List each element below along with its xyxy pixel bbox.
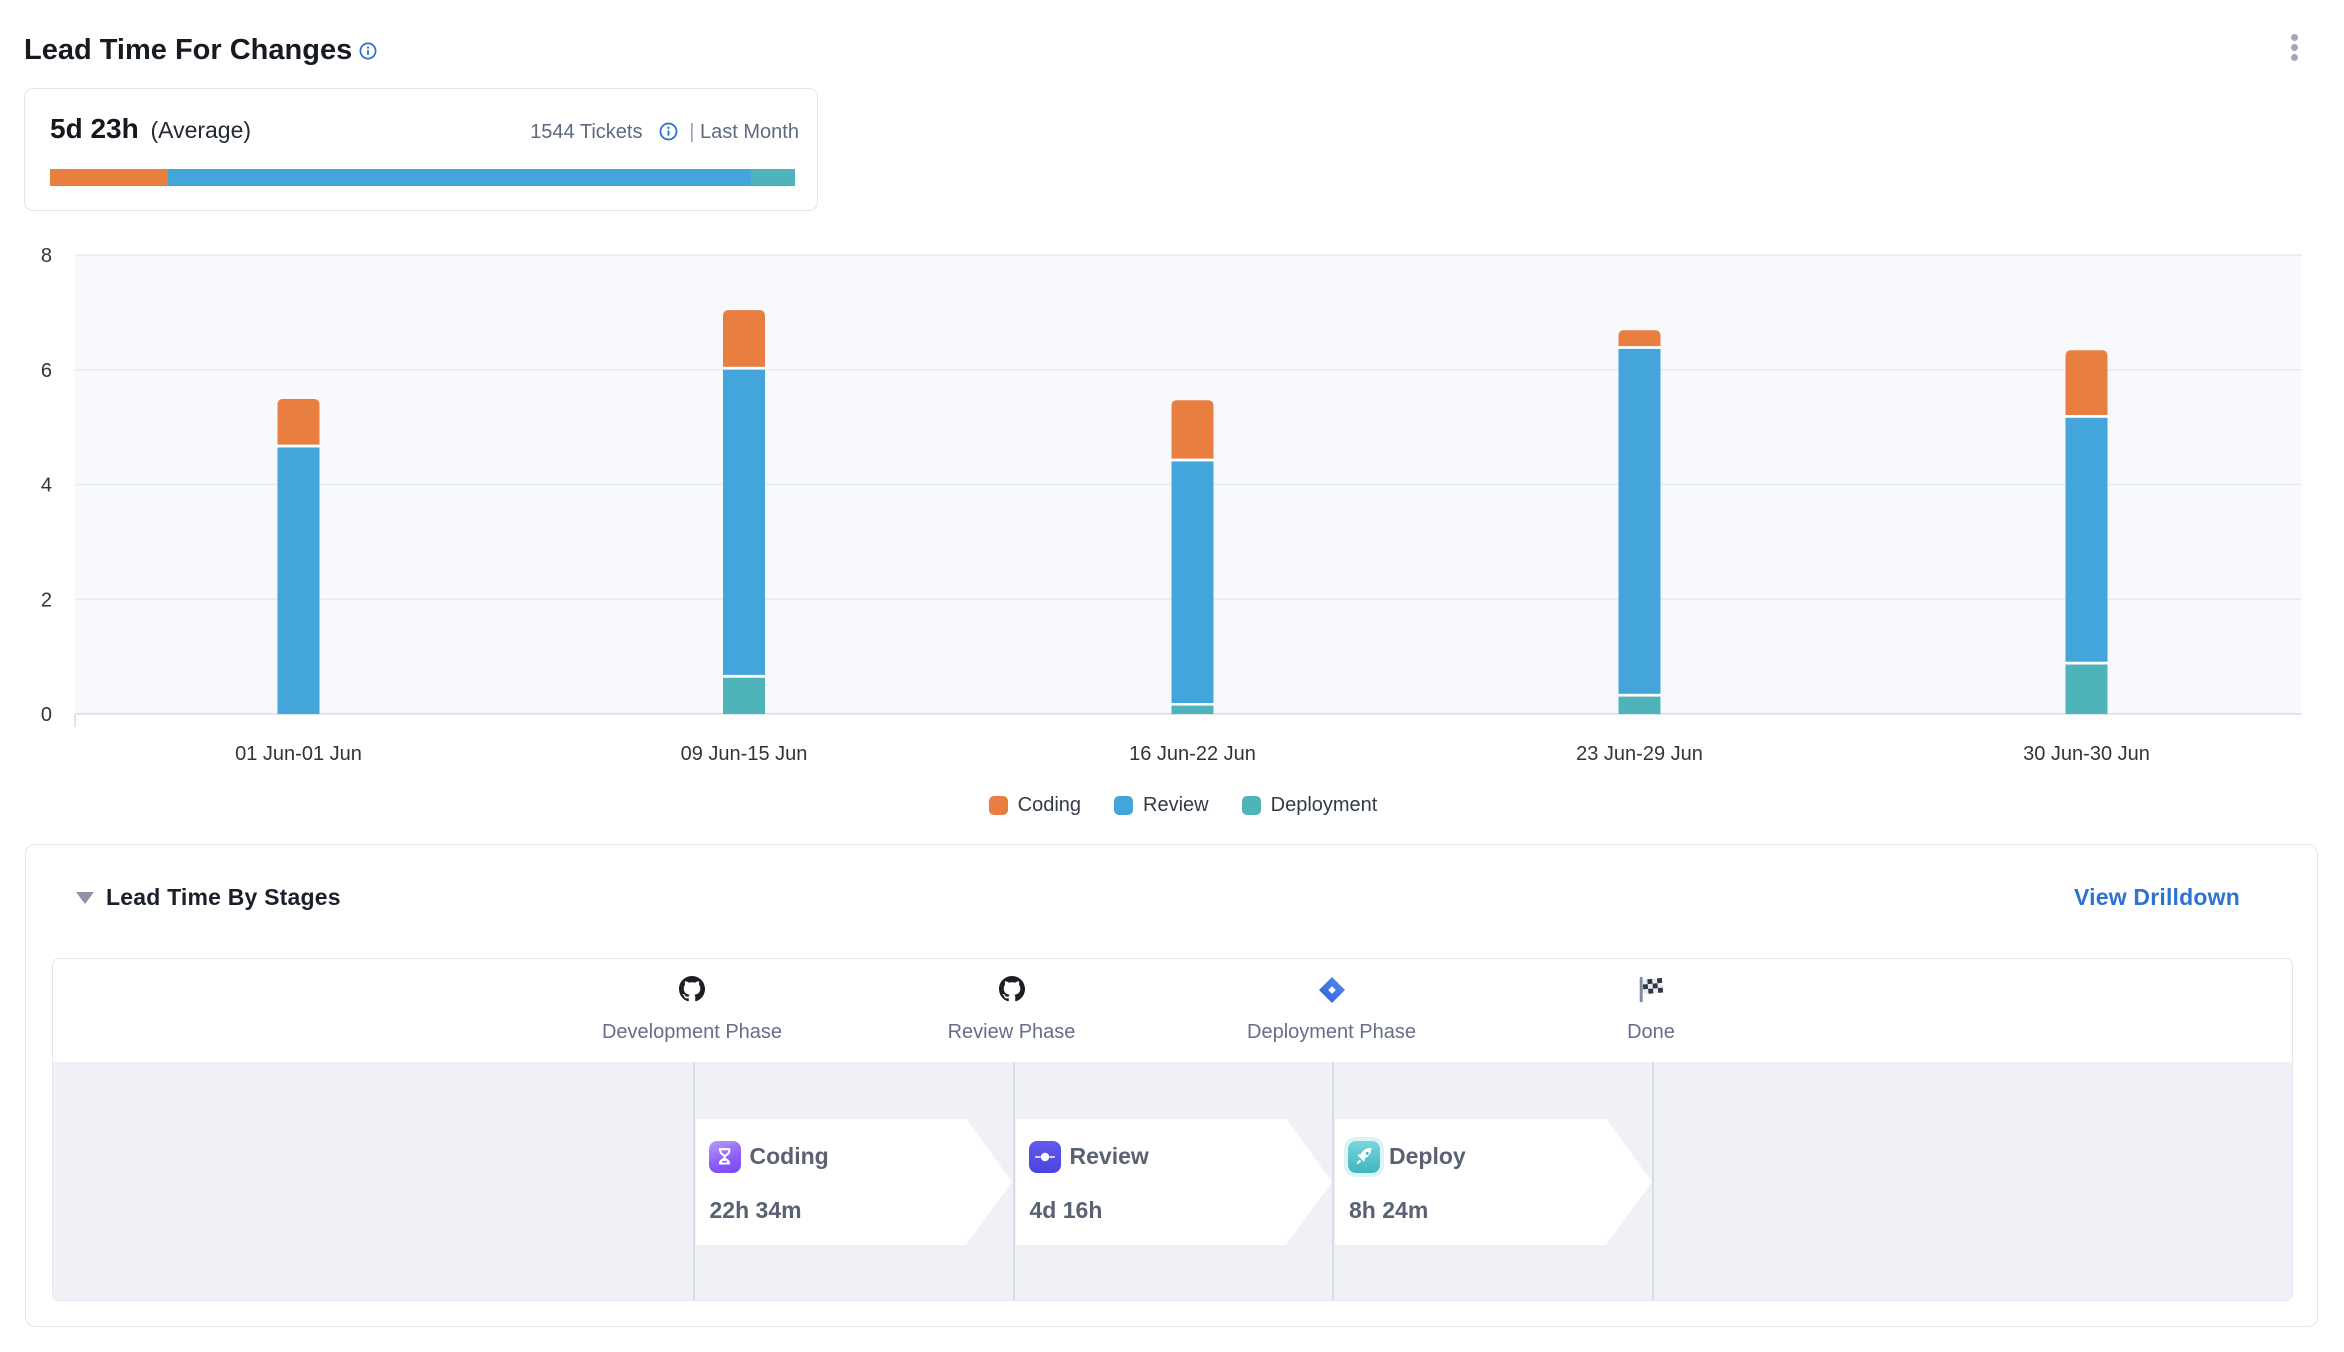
- svg-text:2: 2: [41, 589, 52, 611]
- svg-text:6: 6: [41, 360, 52, 382]
- svg-text:8: 8: [41, 245, 52, 267]
- svg-text:4: 4: [41, 475, 52, 497]
- svg-text:16 Jun-22 Jun: 16 Jun-22 Jun: [1129, 743, 1256, 765]
- svg-text:01 Jun-01 Jun: 01 Jun-01 Jun: [235, 743, 362, 765]
- svg-text:30 Jun-30 Jun: 30 Jun-30 Jun: [2023, 743, 2150, 765]
- svg-text:0: 0: [41, 704, 52, 726]
- svg-text:23 Jun-29 Jun: 23 Jun-29 Jun: [1576, 743, 1703, 765]
- svg-text:09 Jun-15 Jun: 09 Jun-15 Jun: [681, 743, 808, 765]
